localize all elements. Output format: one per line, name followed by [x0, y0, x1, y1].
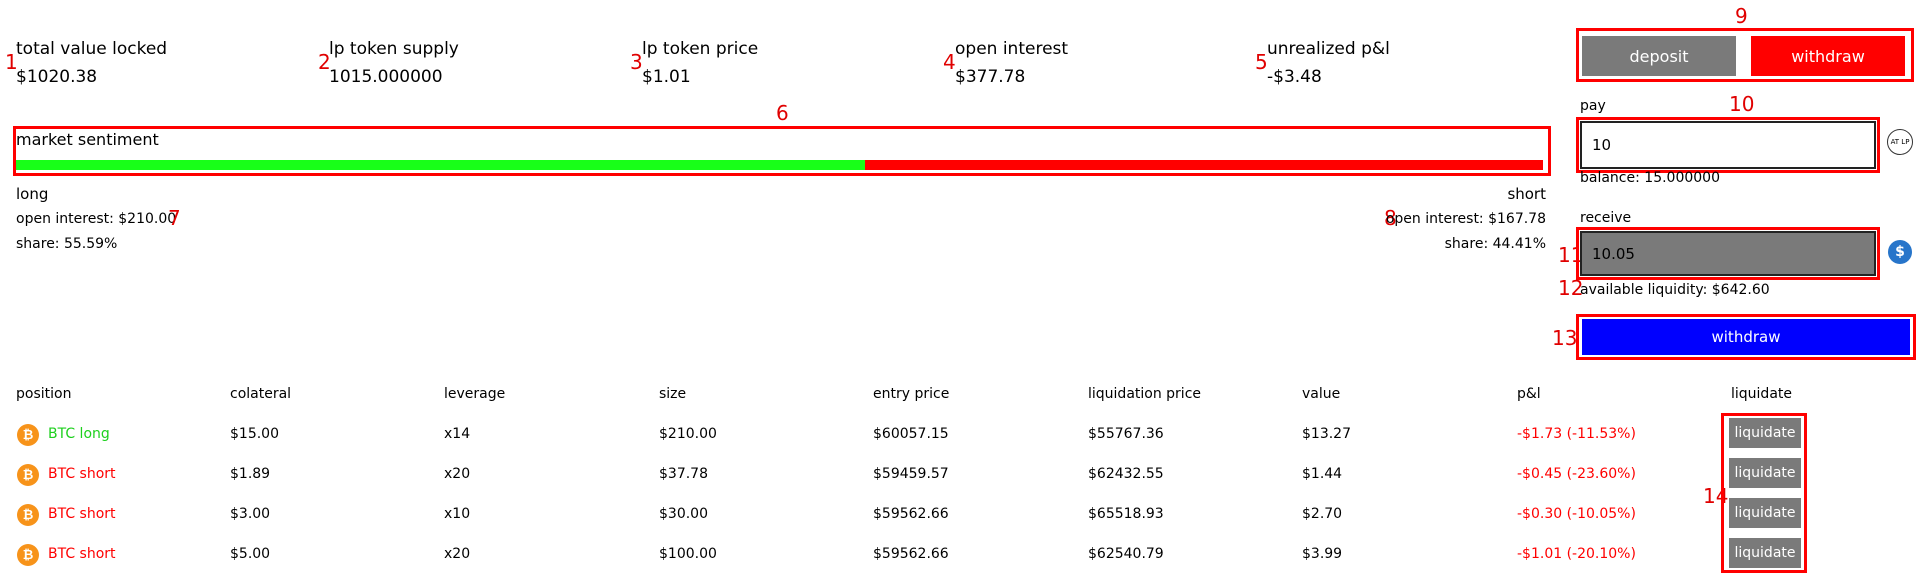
short-share: share: 44.41% — [1444, 236, 1546, 252]
bitcoin-icon: ₿ — [17, 424, 39, 446]
stat-label-lp-price: lp token price — [642, 39, 759, 59]
row-leverage: x14 — [444, 426, 471, 442]
row-size: $37.78 — [659, 466, 708, 482]
header-value: value — [1302, 386, 1341, 402]
deposit-tab[interactable]: deposit — [1582, 36, 1736, 76]
bitcoin-icon: ₿ — [17, 504, 39, 526]
long-label: long — [16, 185, 49, 203]
bitcoin-icon: ₿ — [17, 464, 39, 486]
row-liquidation-price: $65518.93 — [1088, 506, 1164, 522]
lp-token-icon: AT LP — [1887, 129, 1913, 155]
annotation-10: 10 — [1729, 92, 1755, 116]
liquidate-button[interactable]: liquidate — [1729, 498, 1801, 528]
available-liquidity: available liquidity: $642.60 — [1580, 282, 1770, 298]
sentiment-bar-short — [864, 160, 1543, 170]
liquidate-button[interactable]: liquidate — [1729, 418, 1801, 448]
stat-value-open-interest: $377.78 — [955, 67, 1026, 87]
short-label: short — [1507, 185, 1546, 203]
bitcoin-icon: ₿ — [17, 544, 39, 566]
header-liquidation-price: liquidation price — [1088, 386, 1202, 402]
header-pnl: p&l — [1517, 386, 1541, 402]
long-open-interest: open interest: $210.00 — [16, 211, 177, 227]
header-size: size — [659, 386, 687, 402]
liquidate-button[interactable]: liquidate — [1729, 538, 1801, 568]
row-leverage: x20 — [444, 466, 471, 482]
row-collateral: $3.00 — [230, 506, 271, 522]
stat-label-lp-supply: lp token supply — [329, 39, 459, 59]
header-entry-price: entry price — [873, 386, 950, 402]
row-collateral: $15.00 — [230, 426, 279, 442]
row-value: $2.70 — [1302, 506, 1343, 522]
row-position: BTC short — [48, 466, 116, 482]
row-value: $13.27 — [1302, 426, 1351, 442]
row-value: $1.44 — [1302, 466, 1343, 482]
pay-label: pay — [1580, 98, 1606, 114]
row-pnl: -$0.45 (-23.60%) — [1517, 466, 1636, 482]
stat-value-unrealized-pnl: -$3.48 — [1267, 67, 1322, 87]
stat-value-tvl: $1020.38 — [16, 67, 98, 87]
row-value: $3.99 — [1302, 546, 1343, 562]
row-leverage: x20 — [444, 546, 471, 562]
receive-label: receive — [1580, 210, 1632, 226]
short-open-interest: open interest: $167.78 — [1385, 211, 1546, 227]
withdraw-tab[interactable]: withdraw — [1751, 36, 1905, 76]
row-collateral: $1.89 — [230, 466, 271, 482]
annotation-7: 7 — [168, 206, 181, 230]
row-entry-price: $59459.57 — [873, 466, 949, 482]
stat-label-unrealized-pnl: unrealized p&l — [1267, 39, 1390, 59]
annotation-9: 9 — [1735, 4, 1748, 28]
row-position: BTC long — [48, 426, 110, 442]
sentiment-bar — [16, 160, 1543, 170]
header-liquidate: liquidate — [1731, 386, 1792, 402]
annotation-6: 6 — [776, 101, 789, 125]
stat-value-lp-price: $1.01 — [642, 67, 691, 87]
row-liquidation-price: $62540.79 — [1088, 546, 1164, 562]
header-position: position — [16, 386, 72, 402]
liquidate-button[interactable]: liquidate — [1729, 458, 1801, 488]
row-pnl: -$1.73 (-11.53%) — [1517, 426, 1636, 442]
annotation-3: 3 — [630, 50, 643, 74]
receive-input[interactable]: 10.05 — [1580, 231, 1876, 276]
sentiment-bar-long — [16, 160, 865, 170]
long-share: share: 55.59% — [16, 236, 118, 252]
stat-value-lp-supply: 1015.000000 — [329, 67, 443, 87]
pay-input[interactable]: 10 — [1580, 121, 1876, 169]
row-liquidation-price: $55767.36 — [1088, 426, 1164, 442]
header-leverage: leverage — [444, 386, 506, 402]
annotation-5: 5 — [1255, 50, 1268, 74]
withdraw-button[interactable]: withdraw — [1582, 319, 1910, 355]
row-entry-price: $59562.66 — [873, 546, 949, 562]
row-size: $30.00 — [659, 506, 708, 522]
balance-text: balance: 15.000000 — [1580, 170, 1720, 186]
row-leverage: x10 — [444, 506, 471, 522]
usdc-icon: $ — [1888, 240, 1912, 264]
sentiment-title: market sentiment — [16, 130, 159, 149]
row-collateral: $5.00 — [230, 546, 271, 562]
row-size: $100.00 — [659, 546, 717, 562]
stat-label-open-interest: open interest — [955, 39, 1069, 59]
row-size: $210.00 — [659, 426, 717, 442]
row-liquidation-price: $62432.55 — [1088, 466, 1164, 482]
row-pnl: -$1.01 (-20.10%) — [1517, 546, 1636, 562]
stat-label-tvl: total value locked — [16, 39, 168, 59]
header-collateral: colateral — [230, 386, 292, 402]
annotation-4: 4 — [943, 50, 956, 74]
row-pnl: -$0.30 (-10.05%) — [1517, 506, 1636, 522]
row-entry-price: $59562.66 — [873, 506, 949, 522]
row-position: BTC short — [48, 546, 116, 562]
row-entry-price: $60057.15 — [873, 426, 949, 442]
annotation-13: 13 — [1552, 326, 1578, 350]
row-position: BTC short — [48, 506, 116, 522]
